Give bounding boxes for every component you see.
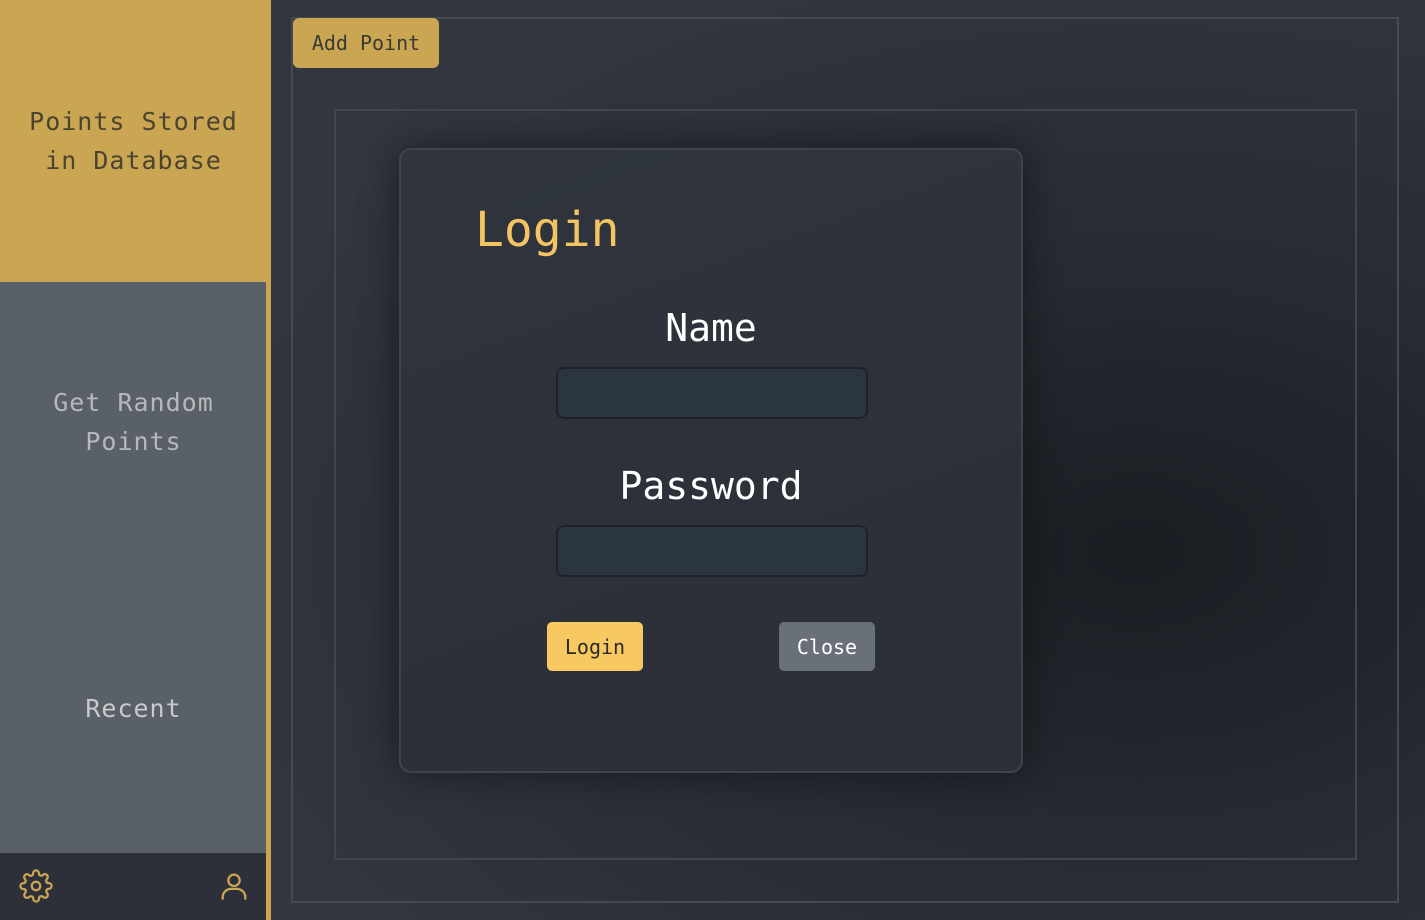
sidebar-footer	[0, 853, 266, 920]
app-window: Points Stored in Database Get Random Poi…	[0, 0, 1425, 920]
sidebar-item-points-stored[interactable]: Points Stored in Database	[0, 0, 267, 282]
sidebar-item-label: Points Stored in Database	[29, 107, 238, 175]
password-field[interactable]	[556, 525, 868, 577]
password-label: Password	[619, 464, 803, 508]
sidebar-item-get-random-points[interactable]: Get Random Points	[0, 282, 267, 562]
modal-title: Login	[475, 202, 620, 258]
user-icon[interactable]	[217, 869, 251, 903]
login-modal: Login Name Password Login Close	[399, 148, 1023, 773]
sidebar: Points Stored in Database Get Random Poi…	[0, 0, 267, 920]
close-button[interactable]: Close	[779, 622, 875, 671]
sidebar-item-label: Recent	[85, 693, 182, 723]
main-content: Add Point Login Name Password Login Clos…	[271, 0, 1425, 920]
add-point-button[interactable]: Add Point	[293, 18, 439, 68]
sidebar-item-label: Get Random Points	[53, 388, 214, 456]
name-field[interactable]	[556, 367, 868, 419]
gear-icon[interactable]	[19, 869, 53, 903]
sidebar-item-recent[interactable]: Recent	[0, 562, 267, 854]
login-button[interactable]: Login	[547, 622, 643, 671]
name-label: Name	[665, 306, 757, 350]
